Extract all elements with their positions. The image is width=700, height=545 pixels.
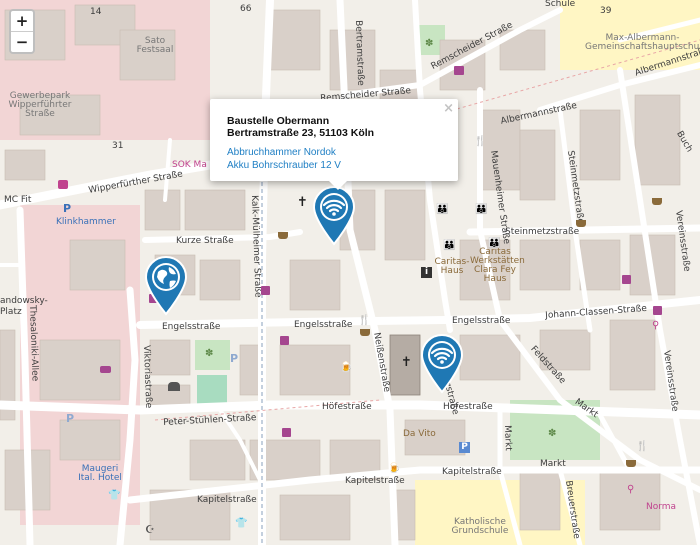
- shop-icon: [622, 275, 631, 284]
- wifi-icon: [312, 186, 356, 246]
- place-label-sato: Sato Festsaal: [136, 36, 174, 55]
- playground-icon: ✽: [548, 428, 557, 439]
- playground-icon: ✽: [425, 38, 434, 49]
- popup-title-address: Bertramstraße 23, 51103 Köln: [227, 127, 375, 139]
- wifi-icon: [420, 334, 464, 394]
- clothes-icon: 👕: [108, 490, 121, 501]
- cafe-icon: [576, 220, 586, 227]
- map-view[interactable]: Wipperfürther Straße Kurze Straße Engels…: [0, 0, 700, 545]
- hospital-icon: [58, 180, 68, 189]
- cafe-icon: [360, 329, 370, 336]
- map-marker-globe[interactable]: [143, 256, 189, 316]
- place-label-schule: Schule: [545, 0, 576, 9]
- street-label-viktoria: Viktoriastraße: [141, 344, 154, 409]
- street-label-kapitel-1: Kapitelstraße: [197, 495, 257, 505]
- bicycle-icon: ⚲: [627, 484, 635, 495]
- street-label-markt-2: Markt: [540, 459, 566, 469]
- info-icon: i: [421, 267, 432, 278]
- street-label-kurze: Kurze Straße: [176, 236, 234, 246]
- place-label-katholische: Katholische Grundschule: [451, 517, 509, 536]
- community-icon: 👪: [488, 238, 501, 249]
- popup-link-akku-bohrschrauber[interactable]: Akku Bohrschrauber 12 V: [227, 160, 341, 171]
- house-number: 31: [112, 141, 124, 151]
- place-label-caritas-haus: Caritas- Haus: [434, 257, 470, 276]
- church-icon: ✝: [297, 195, 308, 210]
- street-label-engels-2: Engelsstraße: [294, 320, 353, 330]
- community-icon: 👪: [475, 204, 488, 215]
- street-label-kapitel-2: Kapitelstraße: [345, 476, 405, 486]
- zoom-control: + −: [9, 9, 35, 54]
- street-label-landwehr: andowsky- Platz: [0, 296, 48, 317]
- car-icon: [100, 366, 111, 373]
- parking-icon: P: [66, 412, 75, 425]
- restaurant-icon: 🍴: [358, 315, 371, 326]
- bar-icon: 🍺: [388, 463, 401, 474]
- popup-tip: [328, 180, 348, 190]
- place-label-davito: Da Vito: [403, 429, 436, 439]
- place-label-maugeri: Maugeri Ital. Hotel: [78, 464, 122, 483]
- mosque-icon: [168, 382, 180, 391]
- street-label-kapitel-3: Kapitelstraße: [442, 467, 502, 477]
- community-icon: 👪: [436, 204, 449, 215]
- house-number: 66: [240, 4, 252, 14]
- mosque-icon: ☪: [145, 523, 155, 536]
- community-icon: 👪: [443, 240, 456, 251]
- place-label-albermann-school: Max-Albermann- Gemeinschaftshauptschule: [585, 33, 700, 52]
- shop-icon: [282, 428, 291, 437]
- place-label-caritas-werkstaetten: Caritas Werkstätten Clara Fey Haus: [470, 247, 525, 284]
- place-label-mcfit: MC Fit: [4, 195, 32, 205]
- playground-icon: ✽: [205, 348, 214, 359]
- cafe-icon: [626, 460, 636, 467]
- shop-icon: [261, 286, 270, 295]
- place-label-klinkhammer: Klinkhammer: [56, 217, 116, 227]
- street-label-bertram: Bertramstraße: [353, 19, 366, 86]
- place-label-gewerbepark: Gewerbepark Wipperführter Straße: [8, 91, 72, 119]
- bar-icon: 🍺: [340, 362, 353, 373]
- parking-icon: P: [230, 352, 239, 365]
- cafe-icon: [278, 232, 288, 239]
- clothes-icon: 👕: [235, 518, 248, 529]
- map-marker-wifi-bertramstrasse[interactable]: [311, 186, 357, 246]
- bicycle-icon: ⚲: [652, 320, 660, 331]
- place-label-norma: Norma: [646, 502, 677, 512]
- house-number: 39: [600, 6, 612, 16]
- church-icon: ✝: [401, 355, 412, 370]
- shop-icon: [454, 66, 464, 75]
- street-label-engels-3: Engelsstraße: [452, 316, 511, 326]
- restaurant-icon: 🍴: [474, 136, 487, 147]
- zoom-in-button[interactable]: +: [11, 11, 33, 31]
- restaurant-icon: 🍴: [636, 441, 649, 452]
- street-label-engels-1: Engelsstraße: [162, 322, 221, 332]
- popup-link-abbruchhammer[interactable]: Abbruchhammer Nordok: [227, 147, 336, 158]
- popup-title: Baustelle Obermann Bertramstraße 23, 511…: [227, 115, 374, 139]
- popup-title-name: Baustelle Obermann: [227, 115, 330, 127]
- house-number: 14: [90, 7, 102, 17]
- street-label-hoefe-1: Höfestraße: [322, 402, 372, 412]
- popup-close-button[interactable]: ×: [443, 101, 454, 116]
- place-label-soko: SOK Ma: [172, 160, 207, 170]
- globe-icon: [144, 256, 188, 316]
- street-label-markt-1: Markt: [502, 424, 513, 452]
- parking-icon: P: [459, 442, 470, 453]
- street-label-steinmetz: Steinmetzstraße: [505, 227, 580, 237]
- parking-icon: P: [63, 202, 72, 215]
- shop-icon: [280, 336, 289, 345]
- marker-popup: × Baustelle Obermann Bertramstraße 23, 5…: [210, 99, 458, 190]
- cafe-icon: [652, 198, 662, 205]
- zoom-out-button[interactable]: −: [11, 31, 33, 52]
- map-marker-wifi-hoefestrasse[interactable]: [419, 334, 465, 394]
- shop-icon: [653, 306, 662, 315]
